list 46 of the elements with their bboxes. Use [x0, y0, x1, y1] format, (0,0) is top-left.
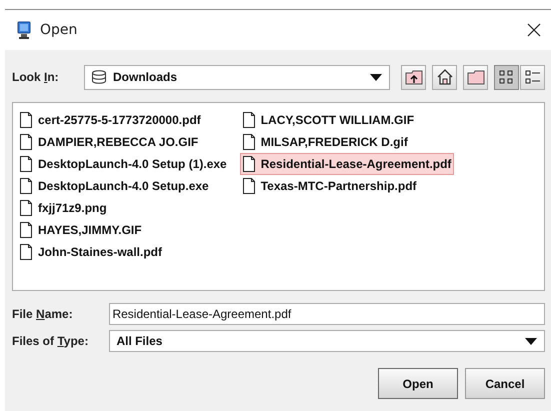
document-icon: [20, 134, 32, 150]
list-view-button[interactable]: [494, 64, 519, 90]
file-item[interactable]: MILSAP,FREDERICK D.gif: [240, 131, 454, 153]
look-in-label: Look In:: [12, 70, 60, 84]
new-folder-button[interactable]: [463, 64, 488, 90]
file-item[interactable]: fxjj71z9.png: [17, 197, 230, 219]
folder-icon: [466, 70, 484, 84]
up-folder-button[interactable]: [401, 64, 426, 90]
document-icon: [242, 156, 255, 172]
computer-icon: [17, 21, 31, 39]
file-item[interactable]: LACY,SCOTT WILLIAM.GIF: [240, 109, 454, 131]
close-icon[interactable]: [527, 23, 541, 37]
document-icon: [20, 222, 32, 238]
file-name-field[interactable]: Residential-Lease-Agreement.pdf: [109, 303, 545, 325]
file-item[interactable]: DesktopLaunch-4.0 Setup.exe: [17, 175, 230, 197]
home-icon: [436, 69, 452, 85]
look-in-dropdown[interactable]: Downloads: [84, 64, 390, 90]
document-icon: [20, 112, 32, 128]
document-icon: [242, 112, 255, 128]
document-icon: [242, 134, 255, 150]
document-icon: [20, 156, 32, 172]
home-button[interactable]: [432, 64, 457, 90]
file-item[interactable]: cert-25775-5-1773720000.pdf: [17, 109, 230, 131]
caret-icon: [370, 74, 382, 80]
file-item[interactable]: HAYES,JIMMY.GIF: [17, 219, 230, 241]
file-item[interactable]: DesktopLaunch-4.0 Setup (1).exe: [17, 153, 230, 175]
document-icon: [20, 244, 32, 260]
document-icon: [242, 178, 255, 194]
document-icon: [20, 200, 32, 216]
files-of-type-label: Files of Type:: [12, 334, 90, 348]
file-item[interactable]: Texas-MTC-Partnership.pdf: [240, 175, 454, 197]
file-type-dropdown[interactable]: All Files: [109, 330, 545, 352]
file-item[interactable]: DAMPIER,REBECCA JO.GIF: [17, 131, 230, 153]
details-view-button[interactable]: [520, 64, 545, 90]
details-view-icon: [524, 70, 540, 84]
open-button[interactable]: Open: [378, 368, 458, 399]
file-item[interactable]: John-Staines-wall.pdf: [17, 241, 230, 263]
document-icon: [20, 178, 32, 194]
window-title: Open: [40, 22, 78, 38]
list-view-icon: [498, 70, 514, 84]
file-name-label: File Name:: [12, 307, 74, 321]
folder-up-arrow-icon: [404, 69, 422, 85]
drive-icon: [91, 70, 107, 84]
cancel-button[interactable]: Cancel: [465, 368, 545, 399]
caret-icon: [525, 338, 537, 344]
file-item[interactable]: Residential-Lease-Agreement.pdf: [240, 153, 454, 175]
